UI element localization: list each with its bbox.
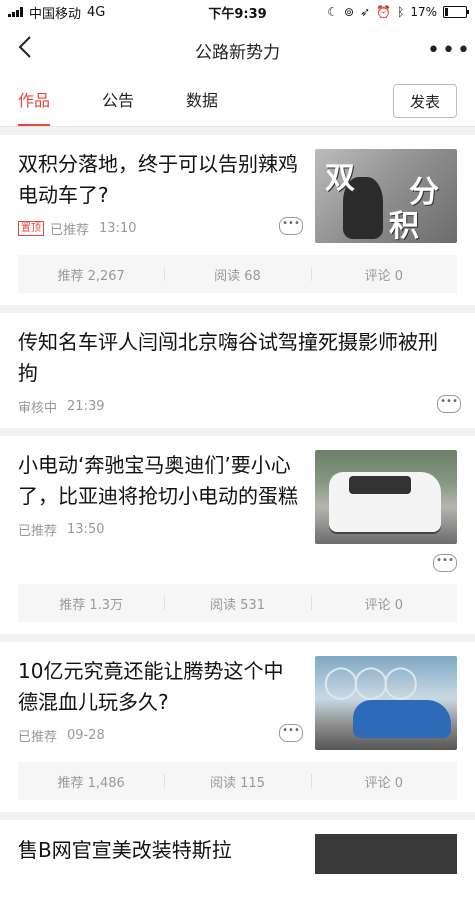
lock-rotation-icon: ⊚: [344, 5, 355, 19]
article-card[interactable]: 传知名车评人闫闯北京嗨谷试驾撞死摄影师被刑拘 审核中 21:39 •••: [0, 313, 475, 428]
article-time: 13:10: [99, 221, 137, 236]
article-time: 09-28: [67, 728, 105, 743]
article-title[interactable]: 售B网官宣美改装特斯拉: [18, 834, 232, 894]
clock: 下午9:39: [208, 6, 267, 22]
more-dots-icon[interactable]: •••: [279, 217, 303, 235]
tab-data[interactable]: 数据: [186, 76, 218, 126]
publish-button[interactable]: 发表: [393, 84, 457, 118]
network-label: 4G: [87, 4, 106, 20]
article-stats: 推荐 2,267 阅读 68 评论 0: [18, 255, 457, 293]
battery-icon: [443, 6, 469, 18]
article-time: 13:50: [67, 522, 105, 537]
comment-count[interactable]: 评论 0: [310, 772, 457, 791]
page-title: 公路新势力: [195, 42, 280, 63]
article-card[interactable]: 小电动‘奔驰宝马奥迪们’要小心了，比亚迪将抢切小电动的蛋糕 已推荐 13:50 …: [0, 436, 475, 634]
read-count: 阅读 531: [164, 594, 310, 613]
thumb-text: 积: [389, 209, 419, 243]
more-dots-icon[interactable]: •••: [433, 554, 457, 572]
article-time: 21:39: [67, 399, 105, 414]
article-card[interactable]: 10亿元究竟还能让腾势这个中德混血儿玩多久? 已推荐 09-28 ••• ◯◯◯…: [0, 642, 475, 812]
tab-bar: 作品 公告 数据 发表: [0, 76, 475, 127]
moon-icon: ☾: [327, 5, 339, 19]
recommend-count: 推荐 2,267: [57, 268, 125, 284]
article-status: 审核中: [18, 401, 58, 416]
recommend-count: 推荐 1,486: [57, 775, 125, 791]
alarm-icon: ⏰: [376, 5, 392, 19]
article-status: 已推荐: [18, 730, 58, 745]
article-status: 已推荐: [50, 223, 90, 238]
article-meta: 已推荐 09-28 •••: [18, 724, 303, 745]
article-thumbnail[interactable]: 双 分 积: [315, 149, 457, 243]
article-thumbnail[interactable]: [315, 834, 457, 874]
more-dots-icon[interactable]: •••: [279, 724, 303, 742]
article-stats: 推荐 1,486 阅读 115 评论 0: [18, 762, 457, 800]
car-window: [349, 476, 411, 494]
location-icon: ➶: [360, 5, 371, 19]
status-bar: 中国移动 4G 下午9:39 ☾ ⊚ ➶ ⏰ ᛒ 17%: [0, 0, 475, 24]
chevron-left-icon[interactable]: [18, 35, 48, 66]
tab-announcements[interactable]: 公告: [102, 76, 134, 126]
nav-bar: 公路新势力 •••: [0, 24, 475, 76]
comment-count[interactable]: 评论 0: [310, 265, 457, 284]
article-title[interactable]: 小电动‘奔驰宝马奥迪们’要小心了，比亚迪将抢切小电动的蛋糕: [18, 450, 303, 512]
rings-graphic: ◯◯◯: [323, 662, 418, 700]
bluetooth-icon: ᛒ: [397, 5, 405, 19]
signal-icon: [8, 7, 23, 17]
tab-works[interactable]: 作品: [18, 76, 51, 126]
read-count: 阅读 68: [164, 265, 310, 284]
article-card[interactable]: 双积分落地，终于可以告别辣鸡电动车了? 置顶 已推荐 13:10 ••• 双 分…: [0, 135, 475, 305]
article-thumbnail[interactable]: [315, 450, 457, 544]
battery-percent: 17%: [410, 5, 437, 19]
article-stats: 推荐 1.3万 阅读 531 评论 0: [18, 584, 457, 622]
carrier-label: 中国移动: [29, 6, 82, 22]
article-meta: 审核中 21:39 •••: [18, 395, 461, 416]
more-dots-icon[interactable]: •••: [427, 38, 470, 63]
car-image: [353, 700, 451, 738]
thumb-text: 双: [325, 161, 355, 196]
pinned-badge: 置顶: [18, 221, 44, 236]
article-meta: 置顶 已推荐 13:10 •••: [18, 217, 303, 238]
read-count: 阅读 115: [164, 772, 310, 791]
article-title[interactable]: 10亿元究竟还能让腾势这个中德混血儿玩多久?: [18, 656, 303, 718]
article-title[interactable]: 传知名车评人闫闯北京嗨谷试驾撞死摄影师被刑拘: [18, 327, 457, 389]
recommend-count: 推荐 1.3万: [59, 597, 124, 613]
article-card[interactable]: 售B网官宣美改装特斯拉: [0, 820, 475, 908]
more-dots-icon[interactable]: •••: [437, 395, 461, 413]
article-meta: 已推荐 13:50: [18, 520, 303, 539]
article-thumbnail[interactable]: ◯◯◯: [315, 656, 457, 750]
article-title[interactable]: 双积分落地，终于可以告别辣鸡电动车了?: [18, 149, 303, 211]
comment-count[interactable]: 评论 0: [310, 594, 457, 613]
article-status: 已推荐: [18, 524, 58, 539]
